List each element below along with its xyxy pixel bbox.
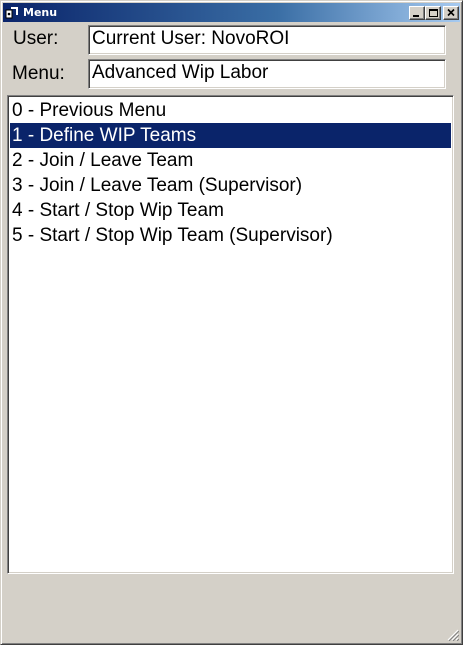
- menu-window: Menu User: Current User: NovoROI Menu: A…: [0, 0, 463, 645]
- list-item-join-leave-team[interactable]: 2 - Join / Leave Team: [10, 148, 451, 173]
- resize-grip-icon[interactable]: [447, 629, 459, 641]
- list-item-join-leave-team-supervisor[interactable]: 3 - Join / Leave Team (Supervisor): [10, 173, 451, 198]
- user-field: Current User: NovoROI: [88, 25, 446, 55]
- list-item-define-wip-teams[interactable]: 1 - Define WIP Teams: [10, 123, 451, 148]
- user-label: User:: [13, 28, 59, 49]
- window-title: Menu: [23, 6, 58, 19]
- minimize-button[interactable]: [409, 6, 425, 20]
- maximize-button[interactable]: [425, 6, 441, 20]
- title-bar[interactable]: Menu: [3, 3, 460, 22]
- app-icon: [5, 5, 19, 19]
- menu-listbox[interactable]: 0 - Previous Menu 1 - Define WIP Teams 2…: [7, 95, 454, 574]
- minimize-icon: [413, 15, 419, 17]
- maximize-icon: [429, 9, 438, 17]
- menu-label: Menu:: [12, 63, 65, 84]
- menu-field: Advanced Wip Labor: [88, 59, 446, 89]
- list-item-previous-menu[interactable]: 0 - Previous Menu: [10, 98, 451, 123]
- list-item-start-stop-wip-team-supervisor[interactable]: 5 - Start / Stop Wip Team (Supervisor): [10, 223, 451, 248]
- list-item-start-stop-wip-team[interactable]: 4 - Start / Stop Wip Team: [10, 198, 451, 223]
- close-icon: [447, 8, 455, 17]
- close-button[interactable]: [443, 6, 459, 20]
